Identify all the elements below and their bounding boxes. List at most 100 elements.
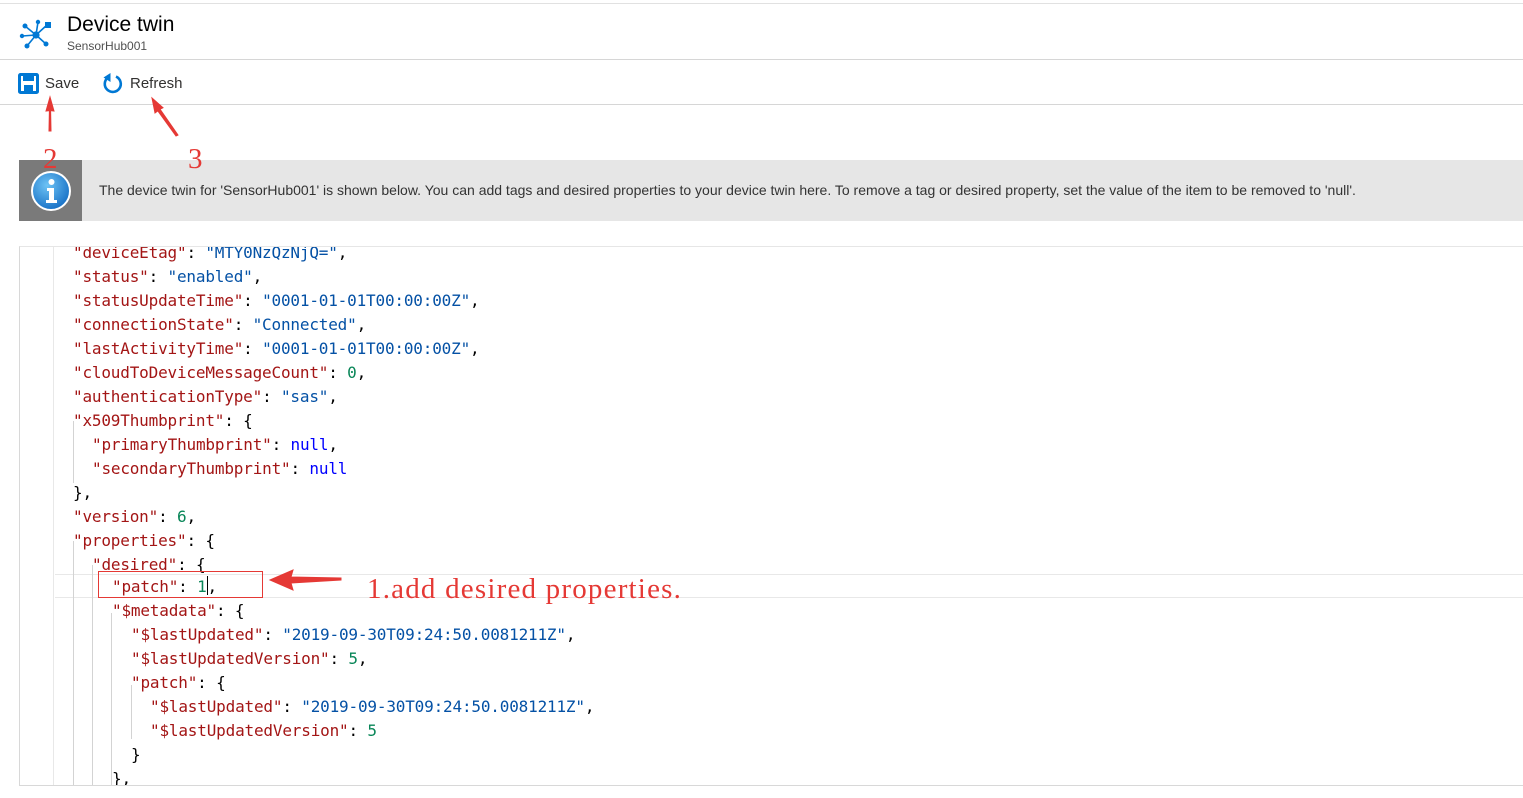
code-token: : [328, 363, 348, 382]
indent-guide [92, 565, 93, 785]
iot-hub-icon [19, 19, 51, 49]
code-line: }, [112, 767, 131, 786]
refresh-label: Refresh [130, 74, 183, 92]
info-banner: The device twin for 'SensorHub001' is sh… [19, 160, 1523, 221]
code-token: "$lastUpdatedVersion" [150, 721, 349, 740]
code-line: "x509Thumbprint": { [73, 409, 253, 433]
code-token: , [252, 267, 263, 286]
code-token: , [357, 649, 368, 668]
code-token: , [356, 363, 367, 382]
code-token: : [348, 721, 368, 740]
code-line: "secondaryThumbprint": null [92, 457, 347, 481]
command-bar: Save Refresh [0, 61, 1523, 105]
code-line: "$lastUpdatedVersion": 5 [150, 719, 377, 743]
code-token: "properties" [73, 531, 187, 550]
code-token: : { [197, 673, 226, 692]
code-line: "authenticationType": "sas", [73, 385, 338, 409]
code-token: 0 [347, 363, 357, 382]
code-line: "desired": { [92, 553, 206, 577]
code-token: "2019-09-30T09:24:50.0081211Z" [301, 697, 585, 716]
code-token: "$lastUpdatedVersion" [131, 649, 330, 668]
code-token: : { [215, 601, 245, 620]
code-token: null [290, 435, 329, 454]
code-token: : { [224, 411, 253, 430]
code-token: : { [177, 555, 206, 574]
code-token: , [186, 507, 196, 526]
code-token: "enabled" [167, 267, 253, 286]
code-token: : [178, 577, 198, 596]
step-2-label: 2 [43, 143, 58, 175]
json-editor[interactable]: "deviceEtag": "MTY0NzQzNjQ=", "status": "… [19, 246, 1523, 786]
code-token: : [148, 267, 168, 286]
code-token: }, [73, 483, 92, 502]
code-token: : [271, 435, 291, 454]
code-line: "connectionState": "Connected", [73, 313, 366, 337]
code-token: "secondaryThumbprint" [92, 459, 291, 478]
code-token: : [263, 625, 283, 644]
save-button[interactable]: Save [18, 69, 79, 97]
code-token: "$lastUpdated" [150, 697, 283, 716]
refresh-icon [103, 72, 123, 93]
page-subtitle: SensorHub001 [67, 39, 148, 53]
code-token: "patch" [112, 577, 179, 596]
code-token: "cloudToDeviceMessageCount" [73, 363, 329, 382]
code-token: : [329, 649, 349, 668]
code-token: , [470, 291, 480, 310]
code-token: "$lastUpdated" [131, 625, 264, 644]
refresh-button[interactable]: Refresh [101, 69, 183, 97]
code-token: : [186, 246, 206, 262]
indent-guide [131, 685, 132, 739]
code-token: : [243, 339, 263, 358]
code-line: "patch": 1, [112, 575, 217, 599]
code-token: "x509Thumbprint" [73, 411, 225, 430]
indent-guide [73, 421, 74, 483]
code-token: "status" [73, 267, 149, 286]
code-line: "primaryThumbprint": null, [92, 433, 338, 457]
save-icon [18, 72, 39, 94]
indent-guide [73, 541, 74, 785]
code-token: , [584, 697, 595, 716]
info-message: The device twin for 'SensorHub001' is sh… [99, 182, 1356, 198]
code-token: "0001-01-01T00:00:00Z" [262, 291, 471, 310]
step-3-label: 3 [188, 143, 203, 175]
code-token: "statusUpdateTime" [73, 291, 244, 310]
code-token: : [262, 387, 281, 406]
code-token: , [328, 387, 338, 406]
code-token: : [290, 459, 310, 478]
code-token: "authenticationType" [73, 387, 263, 406]
code-token: 5 [367, 721, 377, 740]
code-line: "statusUpdateTime": "0001-01-01T00:00:00… [73, 289, 480, 313]
code-token: }, [112, 769, 131, 786]
code-token: "connectionState" [73, 315, 234, 334]
code-token: } [131, 745, 141, 764]
page-title: Device twin [67, 13, 175, 36]
code-token: "deviceEtag" [73, 246, 187, 262]
code-token: "desired" [92, 555, 178, 574]
code-token: "patch" [131, 673, 198, 692]
code-token: "MTY0NzQzNjQ=" [205, 246, 338, 262]
code-token: , [207, 577, 218, 596]
code-line: "status": "enabled", [73, 265, 262, 289]
code-token: : { [186, 531, 215, 550]
step-1-annotation: 1.add desired properties. [367, 573, 683, 605]
code-token: , [337, 246, 348, 262]
blade-header: Device twin SensorHub001 [0, 4, 1523, 60]
indent-guide [111, 613, 112, 785]
code-token: "0001-01-01T00:00:00Z" [262, 339, 471, 358]
code-line: }, [73, 481, 92, 505]
code-line: "version": 6, [73, 505, 196, 529]
code-token: "primaryThumbprint" [92, 435, 272, 454]
code-token: "lastActivityTime" [73, 339, 244, 358]
code-line: "patch": { [131, 671, 226, 695]
code-token: , [565, 625, 576, 644]
code-token: : [233, 315, 253, 334]
code-token: null [309, 459, 348, 478]
code-token: : [243, 291, 263, 310]
code-line: "lastActivityTime": "0001-01-01T00:00:00… [73, 337, 480, 361]
code-line: "$metadata": { [112, 599, 245, 623]
code-token: "sas" [280, 387, 329, 406]
current-line-highlight [55, 574, 1523, 598]
code-token: , [328, 435, 338, 454]
editor-gutter-divider [53, 247, 54, 785]
code-token: 1 [197, 577, 207, 596]
